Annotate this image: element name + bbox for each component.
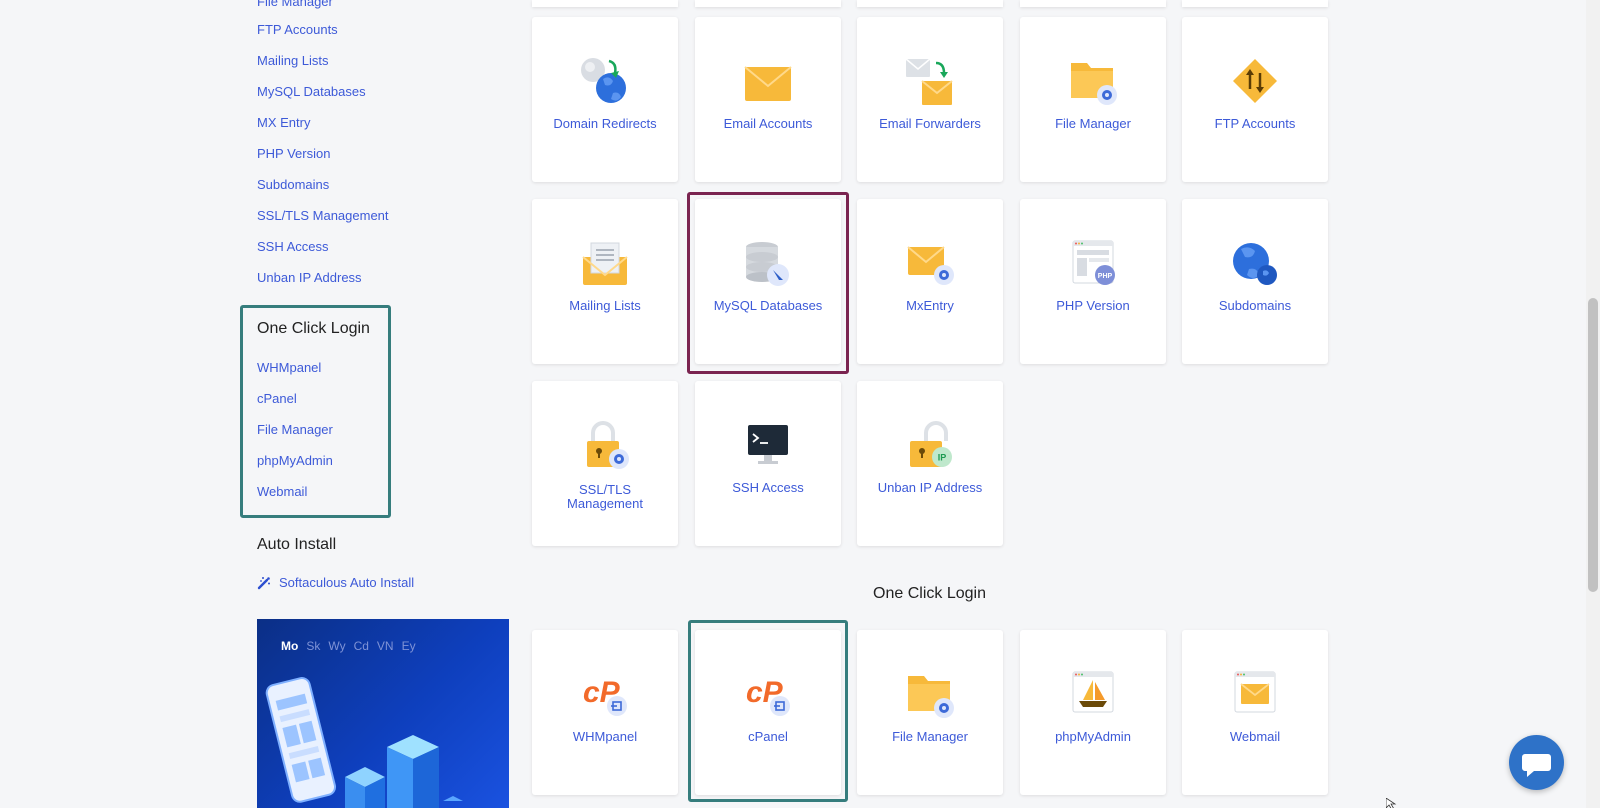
tile-php-version[interactable]: PHP PHP Version xyxy=(1020,199,1166,364)
tile-email-forwarders[interactable]: Email Forwarders xyxy=(857,17,1003,182)
tile-cut-5 xyxy=(1182,0,1328,7)
tile-label: SSH Access xyxy=(732,480,804,495)
sidebar-link-ftp-accounts[interactable]: FTP Accounts xyxy=(257,22,338,37)
one-click-login-highlight xyxy=(240,305,391,518)
tile-file-manager-login[interactable]: File Manager xyxy=(857,630,1003,795)
chat-button[interactable] xyxy=(1509,735,1564,790)
tile-label: Domain Redirects xyxy=(553,116,657,131)
tile-label: Unban IP Address xyxy=(877,480,983,495)
tile-label: Webmail xyxy=(1229,729,1281,744)
chat-bubble-icon xyxy=(1522,754,1551,777)
sidebar-link-php-version[interactable]: PHP Version xyxy=(257,146,330,161)
ssl-label-line1: SSL/TLS xyxy=(578,482,632,497)
tile-cut-4 xyxy=(1020,0,1166,7)
tile-unban-ip[interactable]: IP Unban IP Address xyxy=(857,381,1003,546)
envelope-forward-icon xyxy=(905,58,953,105)
svg-text:PHP: PHP xyxy=(1098,273,1113,280)
sidebar-link-file-manager[interactable]: File Manager xyxy=(257,0,333,9)
webmail-window-icon xyxy=(1234,671,1276,713)
envelope-gear-icon xyxy=(907,246,954,285)
database-icon xyxy=(746,242,789,286)
one-click-section-title: One Click Login xyxy=(873,585,986,602)
ftp-arrows-icon xyxy=(1233,59,1277,103)
tile-ssl-tls[interactable]: SSL/TLS Management xyxy=(532,381,678,546)
tile-mx-entry[interactable]: MxEntry xyxy=(857,199,1003,364)
promo-illustration xyxy=(265,677,463,808)
tile-label: cPanel xyxy=(748,729,788,744)
tile-label: WHMpanel xyxy=(572,729,638,744)
cpanel-logo-icon: cP xyxy=(583,676,627,716)
tile-whmpanel[interactable]: cP WHMpanel xyxy=(532,630,678,795)
envelope-list-icon xyxy=(582,242,628,285)
tile-subdomains[interactable]: Subdomains xyxy=(1182,199,1328,364)
tile-label: Subdomains xyxy=(1218,298,1292,313)
svg-text:IP: IP xyxy=(938,453,947,463)
tile-domain-redirects[interactable]: Domain Redirects xyxy=(532,17,678,182)
tile-cut-3 xyxy=(857,0,1003,7)
tile-label: PHP Version xyxy=(1056,298,1130,313)
tile-label: Email Forwarders xyxy=(879,116,981,131)
magic-wand-icon xyxy=(257,576,270,589)
softaculous-link[interactable]: Softaculous Auto Install xyxy=(257,575,414,590)
tile-label: FTP Accounts xyxy=(1214,116,1296,131)
tile-label: File Manager xyxy=(892,729,968,744)
globe-icon xyxy=(1233,243,1277,285)
cpanel-logo-icon: cP xyxy=(746,676,790,716)
lock-gear-icon xyxy=(587,421,629,469)
globe-redirect-icon xyxy=(581,58,626,103)
phpmyadmin-icon xyxy=(1072,671,1114,713)
scrollbar-thumb[interactable] xyxy=(1588,298,1598,592)
folder-gear-icon xyxy=(1071,63,1117,105)
tile-label: Mailing Lists xyxy=(569,298,641,313)
tile-mailing-lists[interactable]: Mailing Lists xyxy=(532,199,678,364)
tile-label: phpMyAdmin xyxy=(1055,729,1131,744)
sidebar-link-mx-entry[interactable]: MX Entry xyxy=(257,115,310,130)
tile-webmail[interactable]: Webmail xyxy=(1182,630,1328,795)
tile-file-manager[interactable]: File Manager xyxy=(1020,17,1166,182)
sidebar-link-ssl-tls[interactable]: SSL/TLS Management xyxy=(257,208,389,223)
auto-install-heading: Auto Install xyxy=(257,536,337,553)
php-window-icon: PHP xyxy=(1072,240,1115,285)
lock-ip-icon: IP xyxy=(910,421,952,467)
sidebar-link-ssh-access[interactable]: SSH Access xyxy=(257,239,329,254)
sidebar-link-subdomains[interactable]: Subdomains xyxy=(257,177,329,192)
tile-cut-1 xyxy=(532,0,678,7)
tile-label: MxEntry xyxy=(906,298,954,313)
mouse-cursor-icon xyxy=(1386,798,1397,808)
tile-label: Email Accounts xyxy=(723,116,813,131)
tile-label: File Manager xyxy=(1055,116,1131,131)
terminal-icon xyxy=(748,425,788,464)
tile-cpanel[interactable]: cP cPanel xyxy=(695,630,841,795)
softaculous-label: Softaculous Auto Install xyxy=(279,575,415,590)
envelope-icon xyxy=(744,66,792,101)
tile-ftp-accounts[interactable]: FTP Accounts xyxy=(1182,17,1328,182)
sidebar-link-unban-ip[interactable]: Unban IP Address xyxy=(257,270,362,285)
scrollbar[interactable] xyxy=(1586,0,1600,808)
tile-email-accounts[interactable]: Email Accounts xyxy=(695,17,841,182)
promo-banner: Mo Sk Wy Cd VN Ey xyxy=(257,619,509,808)
tile-phpmyadmin[interactable]: phpMyAdmin xyxy=(1020,630,1166,795)
sidebar-link-mysql-databases[interactable]: MySQL Databases xyxy=(257,84,366,99)
tile-mysql-databases[interactable]: MySQL Databases xyxy=(695,199,841,364)
tile-ssh-access[interactable]: SSH Access xyxy=(695,381,841,546)
sidebar-link-mailing-lists[interactable]: Mailing Lists xyxy=(257,53,329,68)
folder-gear-icon xyxy=(908,676,954,718)
ssl-label-line2: Management xyxy=(567,496,643,511)
tile-label: SSL/TLS Management xyxy=(540,483,670,511)
tile-cut-2 xyxy=(695,0,841,7)
tile-label: MySQL Databases xyxy=(713,298,823,313)
